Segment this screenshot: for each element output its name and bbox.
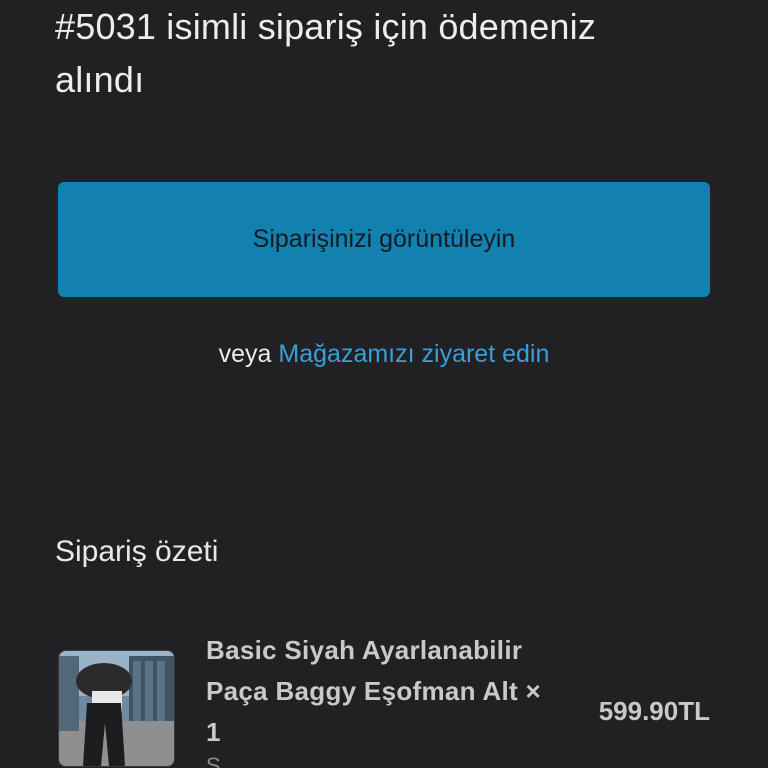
- page-title: #5031 isimli sipariş için ödemeniz alındı: [55, 6, 597, 100]
- or-text: veya: [218, 340, 272, 368]
- visit-store-link[interactable]: Mağazamızı ziyaret edin: [278, 340, 549, 368]
- view-order-button-label: Siparişinizi görüntüleyin: [252, 225, 516, 253]
- product-variant: S: [206, 753, 221, 768]
- alternative-action-line: veya Mağazamızı ziyaret edin: [0, 336, 768, 372]
- product-image: [58, 650, 175, 767]
- product-name: Basic Siyah Ayarlanabilir Paça Baggy Eşo…: [206, 635, 541, 747]
- product-photo-icon: [59, 651, 174, 766]
- view-order-button[interactable]: Siparişinizi görüntüleyin: [58, 182, 710, 297]
- order-confirmation-page: #5031 isimli sipariş için ödemeniz alındı…: [0, 0, 768, 768]
- product-price: 599.90TL: [598, 696, 710, 726]
- order-summary-title: Sipariş özeti: [55, 535, 219, 568]
